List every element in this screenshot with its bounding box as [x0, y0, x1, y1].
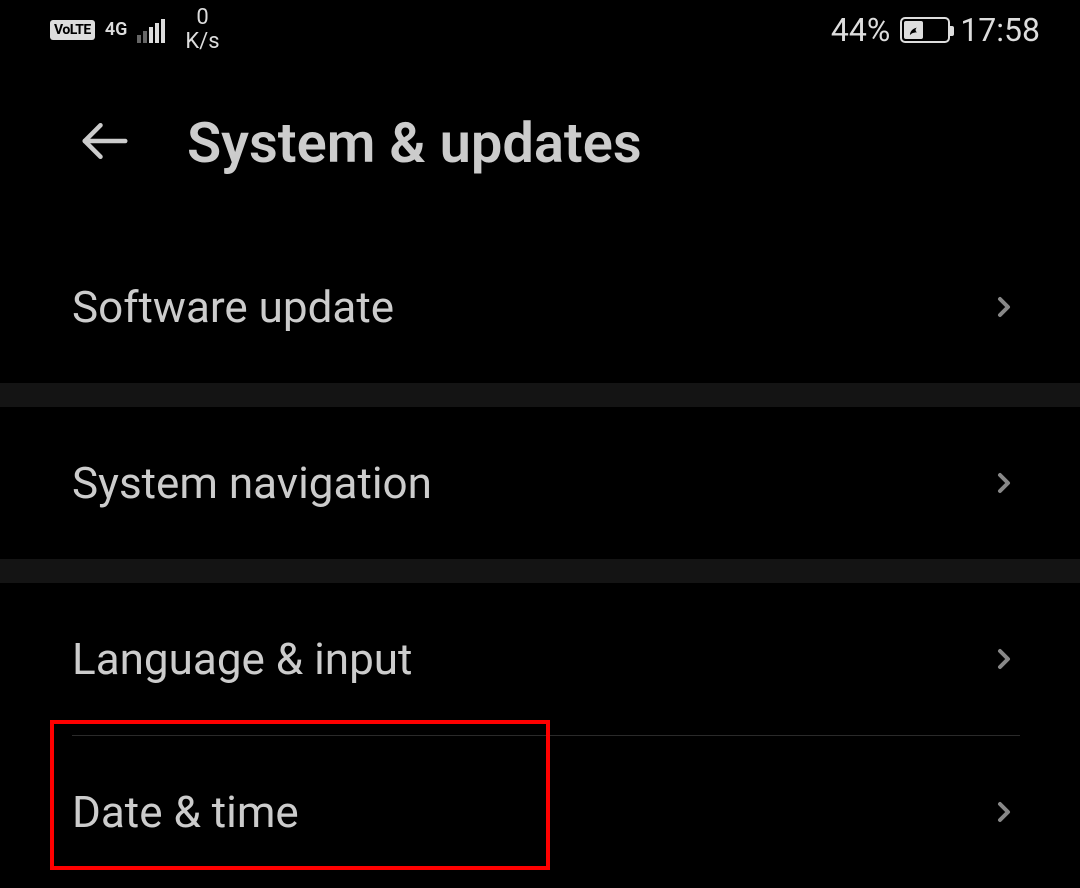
data-speed: 0 K/s: [185, 6, 219, 54]
status-bar: VoLTE 4G 0 K/s 44% 17:58: [0, 0, 1080, 60]
status-right: 44% 17:58: [831, 11, 1040, 49]
page-title: System & updates: [187, 110, 642, 176]
settings-item-language-input[interactable]: Language & input: [0, 583, 1080, 735]
data-speed-value: 0: [196, 6, 208, 30]
chevron-right-icon: [988, 796, 1020, 828]
settings-label: Language & input: [72, 633, 412, 685]
chevron-right-icon: [988, 291, 1020, 323]
settings-list: Software update System navigation Langua…: [0, 231, 1080, 888]
section-divider: [0, 383, 1080, 407]
settings-item-system-navigation[interactable]: System navigation: [0, 407, 1080, 559]
settings-item-date-time[interactable]: Date & time: [0, 736, 1080, 888]
leaf-icon: [907, 23, 921, 37]
battery-icon: [900, 17, 950, 43]
settings-label: Date & time: [72, 786, 299, 838]
battery-percent: 44%: [831, 11, 890, 49]
header: System & updates: [0, 60, 1080, 231]
signal-icon: [137, 17, 165, 43]
settings-label: System navigation: [72, 457, 432, 509]
volte-badge: VoLTE: [50, 20, 95, 40]
back-button[interactable]: [78, 114, 132, 172]
chevron-right-icon: [988, 643, 1020, 675]
back-arrow-icon: [78, 114, 132, 168]
clock-time: 17:58: [960, 11, 1040, 49]
data-speed-unit: K/s: [185, 30, 219, 54]
settings-item-software-update[interactable]: Software update: [0, 231, 1080, 383]
settings-label: Software update: [72, 281, 394, 333]
network-indicator: 4G: [105, 21, 128, 39]
chevron-right-icon: [988, 467, 1020, 499]
status-left: VoLTE 4G 0 K/s: [50, 6, 220, 54]
network-type: 4G: [105, 21, 128, 39]
section-divider: [0, 559, 1080, 583]
